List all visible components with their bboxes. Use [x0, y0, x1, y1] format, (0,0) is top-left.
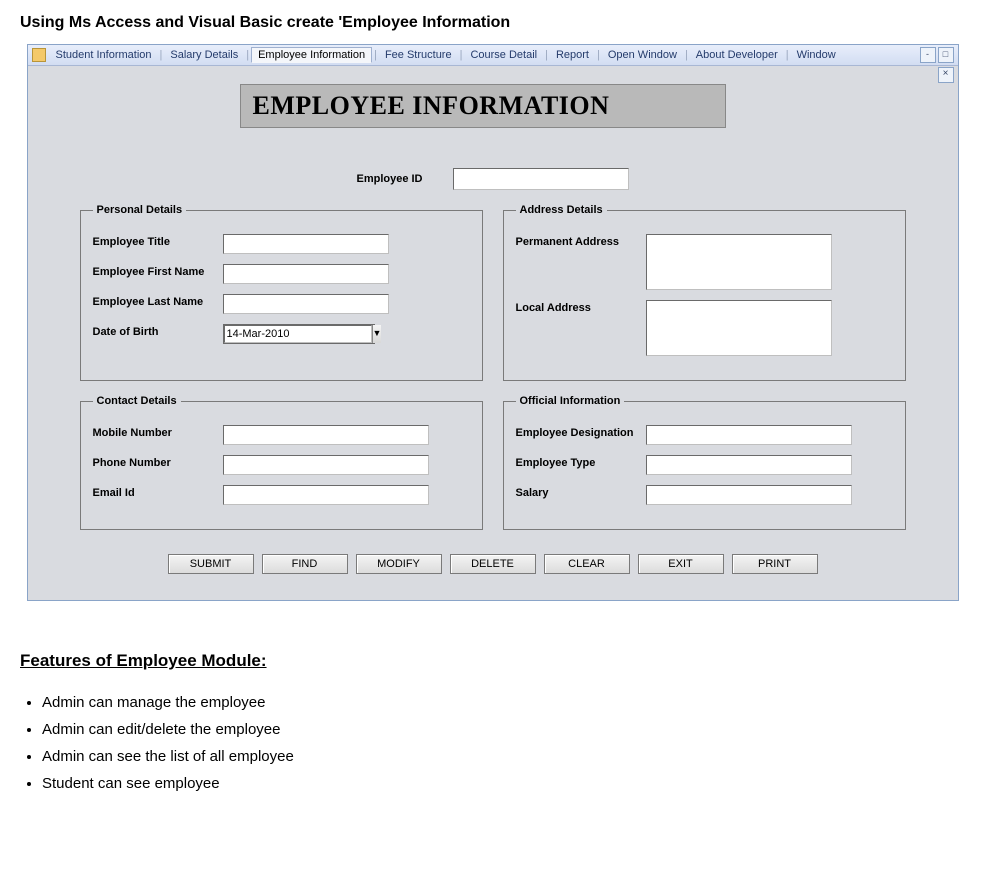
salary-label: Salary — [516, 485, 646, 499]
app-window: Student Information | Salary Details | E… — [27, 44, 959, 601]
window-minimize-button[interactable]: - — [920, 47, 936, 63]
button-bar: SUBMIT FIND MODIFY DELETE CLEAR EXIT PRI… — [40, 554, 946, 574]
features-heading: Features of Employee Module: — [20, 651, 965, 671]
employee-type-input[interactable] — [646, 455, 852, 475]
menu-separator: | — [458, 49, 465, 61]
address-details-legend: Address Details — [516, 204, 607, 216]
menu-salary-details[interactable]: Salary Details — [164, 48, 244, 62]
official-information-legend: Official Information — [516, 395, 625, 407]
email-id-input[interactable] — [223, 485, 429, 505]
features-list: Admin can manage the employee Admin can … — [42, 689, 965, 797]
local-address-label: Local Address — [516, 300, 646, 314]
employee-title-label: Employee Title — [93, 234, 223, 248]
phone-number-label: Phone Number — [93, 455, 223, 469]
page-headline: Using Ms Access and Visual Basic create … — [20, 14, 965, 32]
list-item: Admin can see the list of all employee — [42, 743, 965, 770]
menu-employee-information[interactable]: Employee Information — [251, 47, 372, 63]
email-id-label: Email Id — [93, 485, 223, 499]
menu-window[interactable]: Window — [791, 48, 842, 62]
chevron-down-icon[interactable]: ▼ — [372, 325, 382, 343]
list-item: Student can see employee — [42, 770, 965, 797]
menu-separator: | — [372, 49, 379, 61]
employee-first-name-label: Employee First Name — [93, 264, 223, 278]
list-item: Admin can manage the employee — [42, 689, 965, 716]
menu-separator: | — [158, 49, 165, 61]
personal-details-legend: Personal Details — [93, 204, 187, 216]
personal-details-group: Personal Details Employee Title Employee… — [80, 204, 483, 381]
address-details-group: Address Details Permanent Address Local … — [503, 204, 906, 381]
menu-course-detail[interactable]: Course Detail — [464, 48, 543, 62]
exit-button[interactable]: EXIT — [638, 554, 724, 574]
menu-about-developer[interactable]: About Developer — [690, 48, 784, 62]
employee-type-label: Employee Type — [516, 455, 646, 469]
official-information-group: Official Information Employee Designatio… — [503, 395, 906, 530]
dob-combo[interactable]: ▼ — [223, 324, 375, 344]
employee-id-input[interactable] — [453, 168, 629, 190]
mobile-number-input[interactable] — [223, 425, 429, 445]
dob-input[interactable] — [224, 325, 372, 343]
salary-input[interactable] — [646, 485, 852, 505]
menu-separator: | — [683, 49, 690, 61]
form-title-text: EMPLOYEE INFORMATION — [253, 91, 610, 120]
menu-bar: Student Information | Salary Details | E… — [28, 45, 958, 66]
employee-last-name-input[interactable] — [223, 294, 389, 314]
contact-details-legend: Contact Details — [93, 395, 181, 407]
designation-input[interactable] — [646, 425, 852, 445]
menu-separator: | — [784, 49, 791, 61]
phone-number-input[interactable] — [223, 455, 429, 475]
local-address-input[interactable] — [646, 300, 832, 356]
mobile-number-label: Mobile Number — [93, 425, 223, 439]
menu-report[interactable]: Report — [550, 48, 595, 62]
list-item: Admin can edit/delete the employee — [42, 716, 965, 743]
permanent-address-input[interactable] — [646, 234, 832, 290]
menu-student-information[interactable]: Student Information — [50, 48, 158, 62]
menu-separator: | — [543, 49, 550, 61]
window-restore-button[interactable]: □ — [938, 47, 954, 63]
menu-open-window[interactable]: Open Window — [602, 48, 683, 62]
form-body: EMPLOYEE INFORMATION Employee ID Persona… — [28, 66, 958, 600]
modify-button[interactable]: MODIFY — [356, 554, 442, 574]
menu-fee-structure[interactable]: Fee Structure — [379, 48, 458, 62]
employee-id-row: Employee ID — [40, 168, 946, 190]
mdi-form-icon — [32, 48, 46, 62]
contact-details-group: Contact Details Mobile Number Phone Numb… — [80, 395, 483, 530]
permanent-address-label: Permanent Address — [516, 234, 646, 248]
form-title-banner: EMPLOYEE INFORMATION — [240, 84, 726, 128]
find-button[interactable]: FIND — [262, 554, 348, 574]
child-window-close-button[interactable]: × — [938, 67, 954, 83]
employee-last-name-label: Employee Last Name — [93, 294, 223, 308]
designation-label: Employee Designation — [516, 425, 646, 439]
employee-id-label: Employee ID — [356, 173, 422, 185]
dob-label: Date of Birth — [93, 324, 223, 338]
delete-button[interactable]: DELETE — [450, 554, 536, 574]
clear-button[interactable]: CLEAR — [544, 554, 630, 574]
submit-button[interactable]: SUBMIT — [168, 554, 254, 574]
employee-first-name-input[interactable] — [223, 264, 389, 284]
employee-title-input[interactable] — [223, 234, 389, 254]
print-button[interactable]: PRINT — [732, 554, 818, 574]
menu-separator: | — [244, 49, 251, 61]
menu-separator: | — [595, 49, 602, 61]
